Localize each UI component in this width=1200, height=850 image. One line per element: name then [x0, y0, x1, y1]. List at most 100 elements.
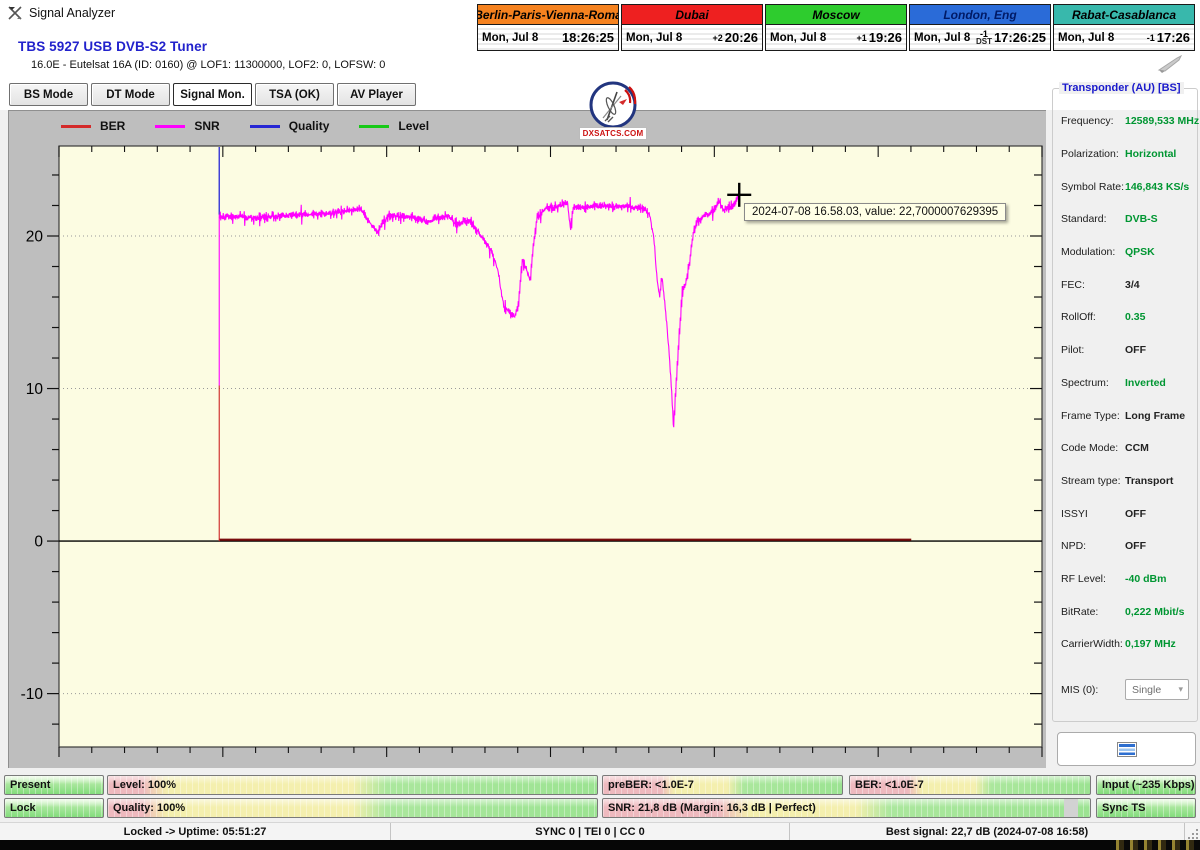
legend-item-snr: SNR — [155, 119, 220, 133]
antenna-app-icon — [8, 6, 22, 20]
field-value: 0.35 — [1125, 311, 1146, 324]
field-row-issyi: ISSYI OFF — [1053, 497, 1197, 530]
transponder-title: Transponder (AU) [BS] — [1059, 82, 1184, 94]
statusbar: Locked -> Uptime: 05:51:27 SYNC 0 | TEI … — [0, 822, 1200, 841]
input-indicator: Input (~235 Kbps) — [1096, 775, 1196, 795]
transponder-fields: Frequency: 12589,533 MHz Polarization: Hori… — [1053, 105, 1200, 661]
clock-moscow: Moscow Mon, Jul 8 +1 19:26 — [765, 4, 907, 51]
svg-text:0: 0 — [34, 534, 43, 551]
field-row-rolloff-: RollOff: 0.35 — [1053, 301, 1197, 334]
sync-ts-indicator: Sync TS — [1096, 798, 1196, 818]
clock-city-label: Moscow — [766, 5, 906, 25]
snr-bar-marker — [1064, 799, 1078, 817]
signal-analyzer-window: Signal Analyzer Berlin-Paris-Vienna-Roma… — [0, 0, 1200, 850]
snr-bar-label: SNR: 21,8 dB (Margin: 16,3 dB | Perfect) — [608, 802, 816, 814]
legend-item-ber: BER — [61, 119, 125, 133]
resize-grip[interactable] — [1185, 826, 1198, 839]
statusbar-best-signal: Best signal: 22,7 dB (2024-07-08 16:58) — [790, 823, 1185, 841]
field-value: QPSK — [1125, 246, 1155, 259]
field-label: Standard: — [1061, 213, 1107, 226]
clock-city-label: London, Eng — [910, 5, 1050, 25]
satellite-dish-icon — [589, 81, 637, 129]
field-value: CCM — [1125, 442, 1149, 455]
clock-date: Mon, Jul 8 — [482, 31, 539, 44]
field-row-symbol-rate-: Symbol Rate: 146,843 KS/s — [1053, 170, 1197, 203]
legend-swatch — [249, 124, 280, 128]
field-value: Horizontal — [1125, 148, 1177, 161]
tab-signal-mon-[interactable]: Signal Mon. — [173, 83, 252, 106]
dxsatcs-logo: DXSATCS.COM — [577, 80, 649, 140]
clock-time: 17:26 — [1156, 30, 1190, 45]
level-bar: Level: 100% — [107, 775, 598, 795]
clock-time: 18:26:25 — [561, 30, 614, 45]
signature-pen-icon — [1157, 54, 1183, 73]
mis-label: MIS (0): — [1061, 683, 1099, 696]
field-label: Polarization: — [1061, 148, 1119, 161]
tab-dt-mode[interactable]: DT Mode — [91, 83, 170, 106]
field-value: OFF — [1125, 540, 1146, 553]
tab-bs-mode[interactable]: BS Mode — [9, 83, 88, 106]
transponder-groupbox: Transponder (AU) [BS] Frequency: 12589,53… — [1052, 82, 1200, 722]
mis-select[interactable]: Single ▾ — [1125, 679, 1189, 700]
clock-rabat-casablanca: Rabat-Casablanca Mon, Jul 8 -1 17:26 — [1053, 4, 1195, 51]
field-row-code-mode-: Code Mode: CCM — [1053, 432, 1197, 465]
field-value: 3/4 — [1125, 278, 1140, 291]
legend-swatch — [155, 124, 186, 128]
field-value: -40 dBm — [1125, 572, 1167, 585]
field-row-frequency-: Frequency: 12589,533 MHz — [1053, 105, 1200, 138]
chevron-down-icon: ▾ — [1178, 684, 1183, 694]
tab-tsa-ok-[interactable]: TSA (OK) — [255, 83, 334, 106]
clock-city-label: Berlin-Paris-Vienna-Roma — [478, 5, 618, 25]
preber-bar: preBER: <1.0E-7 — [602, 775, 843, 795]
clock-utc-offset: +1 — [856, 32, 867, 43]
legend-item-quality: Quality — [249, 119, 329, 133]
snr-bar: SNR: 21,8 dB (Margin: 16,3 dB | Perfect) — [602, 798, 1091, 818]
clock-berlin-paris-vienna-roma: Berlin-Paris-Vienna-Roma Mon, Jul 8 18:26:… — [477, 4, 619, 51]
field-value: Long Frame — [1125, 409, 1186, 422]
field-value: DVB-S — [1125, 213, 1158, 226]
field-label: Frequency: — [1061, 115, 1114, 128]
legend-item-level: Level — [359, 119, 429, 133]
clock-london-eng: London, Eng Mon, Jul 8 -1 DST 17:26:25 — [909, 4, 1051, 51]
clock-time: 17:26:25 — [993, 30, 1046, 45]
field-row-rf-level-: RF Level: -40 dBm — [1053, 563, 1197, 596]
chart-tooltip: 2024-07-08 16.58.03, value: 22,700000762… — [744, 203, 1007, 221]
field-row-bitrate-: BitRate: 0,222 Mbit/s — [1053, 595, 1197, 628]
field-label: CarrierWidth: — [1061, 638, 1123, 651]
window-title: Signal Analyzer — [29, 6, 116, 20]
field-label: Modulation: — [1061, 246, 1116, 259]
field-label: Spectrum: — [1061, 376, 1109, 389]
legend-label: Level — [398, 119, 430, 133]
field-value: 146,843 KS/s — [1125, 180, 1190, 193]
tab-av-player[interactable]: AV Player — [337, 83, 416, 106]
field-row-stream-type-: Stream type: Transport — [1053, 465, 1197, 498]
field-label: FEC: — [1061, 278, 1085, 291]
field-value: OFF — [1125, 344, 1146, 357]
legend-swatch — [359, 124, 390, 128]
field-value: 12589,533 MHz — [1125, 115, 1200, 128]
statusbar-sync-counters: SYNC 0 | TEI 0 | CC 0 — [391, 823, 790, 841]
field-label: BitRate: — [1061, 605, 1099, 618]
tuner-title: TBS 5927 USB DVB-S2 Tuner — [18, 39, 208, 54]
ts-info-button[interactable] — [1057, 732, 1196, 766]
field-value: 0,222 Mbit/s — [1125, 605, 1185, 618]
clock-time: 20:26 — [724, 30, 758, 45]
svg-text:20: 20 — [26, 228, 44, 245]
logo-text: DXSATCS.COM — [579, 127, 647, 140]
legend-label: BER — [100, 119, 126, 133]
svg-text:10: 10 — [26, 381, 44, 398]
clock-dubai: Dubai Mon, Jul 8 +2 20:26 — [621, 4, 763, 51]
clock-city-label: Dubai — [622, 5, 762, 25]
mode-tabs: BS Mode DT Mode Signal Mon. TSA (OK) AV Play… — [9, 83, 416, 106]
ber-bar: BER: <1.0E-7 — [849, 775, 1091, 795]
field-label: Pilot: — [1061, 344, 1085, 357]
clock-time: 19:26 — [868, 30, 902, 45]
mis-row: MIS (0): Single ▾ — [1053, 679, 1197, 700]
clock-date: Mon, Jul 8 — [1058, 31, 1115, 44]
clock-date: Mon, Jul 8 — [626, 31, 683, 44]
field-label: NPD: — [1061, 540, 1087, 553]
field-row-spectrum-: Spectrum: Inverted — [1053, 367, 1197, 400]
field-label: RollOff: — [1061, 311, 1096, 324]
clock-utc-offset: -1 DST — [975, 28, 992, 46]
field-row-polarization-: Polarization: Horizontal — [1053, 138, 1197, 171]
